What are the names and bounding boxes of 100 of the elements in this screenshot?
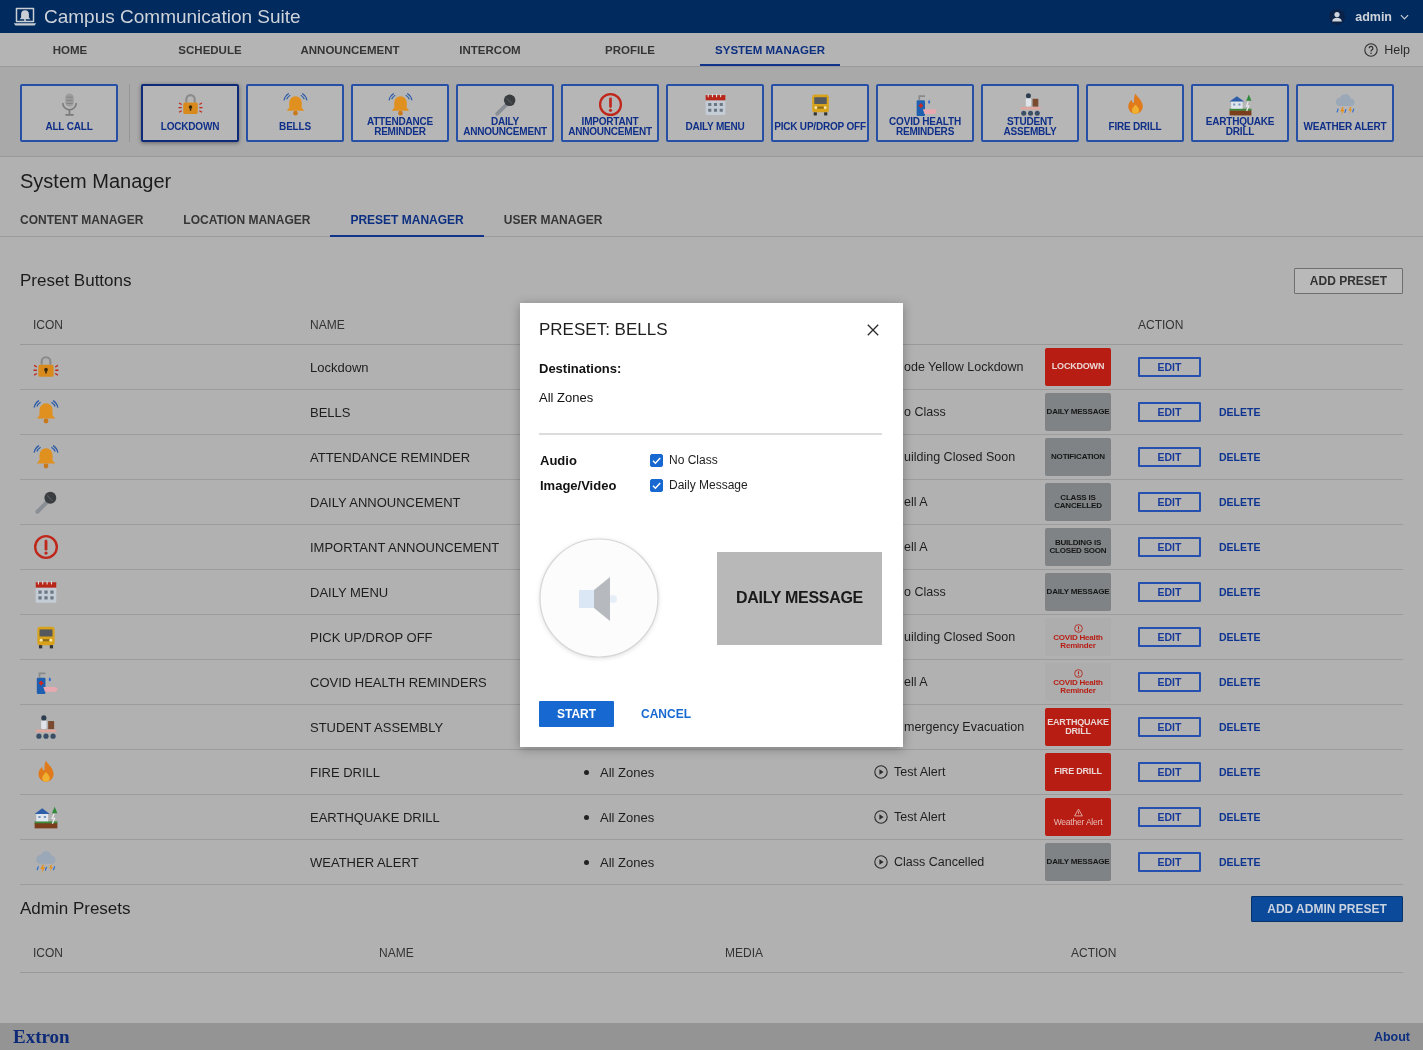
thumbnail-caption: Weather Alert [1053,817,1103,827]
section-tab[interactable]: PRESET MANAGER [330,201,484,237]
checkbox[interactable] [650,478,663,492]
column-header: ACTION [1137,317,1185,332]
destination-value: All Zones [539,389,594,407]
preset-button[interactable]: BELLS [246,84,344,142]
preset-name: STUDENT ASSEMBLY [310,719,444,735]
preset-name: COVID HEALTH REMINDERS [310,674,487,690]
preset-button[interactable]: PICK UP/DROP OFF [771,84,869,142]
section-tab[interactable]: USER MANAGER [483,201,623,237]
thumbnail-caption: NOTIFICATION [1051,452,1105,462]
delete-link[interactable]: DELETE [1219,721,1261,733]
preset-button[interactable]: LOCKDOWN [141,84,239,142]
dialog-title: PRESET: BELLS [539,320,668,340]
add-admin-preset-button[interactable]: ADD ADMIN PRESET [1251,896,1403,922]
edit-button[interactable]: EDIT [1138,627,1201,647]
destination-text: All Zones [600,854,655,870]
audio-name: Test Alert [894,810,946,824]
thumbnail-caption: COVID Health Reminder [1052,678,1104,696]
delete-link[interactable]: DELETE [1219,586,1261,598]
cancel-link[interactable]: CANCEL [641,707,691,721]
preset-button[interactable]: WEATHER ALERT [1296,84,1394,142]
edit-button[interactable]: EDIT [1138,492,1201,512]
delete-link[interactable]: DELETE [1219,631,1261,643]
thumbnail-caption: DAILY MESSAGE [1046,587,1110,597]
edit-button[interactable]: EDIT [1138,402,1201,422]
chevron-icon [1400,13,1409,20]
section-title: Admin Presets [20,899,131,919]
preset-button[interactable]: DAILY ANNOUNCEMENT [456,84,554,142]
delete-link[interactable]: DELETE [1219,856,1261,868]
preset-button[interactable]: EARTHQUAKE DRILL [1191,84,1289,142]
audio-name: ell A [904,675,928,689]
play-icon[interactable] [874,855,888,869]
delete-link[interactable]: DELETE [1219,496,1261,508]
audio-name: ell A [904,540,928,554]
edit-button[interactable]: EDIT [1138,852,1201,872]
delete-link[interactable]: DELETE [1219,676,1261,688]
message-preview: DAILY MESSAGE [717,551,882,645]
edit-button[interactable]: EDIT [1138,357,1201,377]
preset-button[interactable]: DAILY MENU [666,84,764,142]
nav-tab[interactable]: ANNOUNCEMENT [280,33,420,66]
section-tab[interactable]: CONTENT MANAGER [0,201,164,237]
media-item-name: Daily Message [669,478,748,492]
thumbnail-caption: COVID Health Reminder [1052,633,1104,651]
column-header: MEDIA [724,945,764,960]
delete-link[interactable]: DELETE [1219,811,1261,823]
bell-laptop-icon [13,6,37,27]
bullet-icon [584,814,589,820]
edit-button[interactable]: EDIT [1138,717,1201,737]
checkbox[interactable] [650,453,663,467]
exclamation-icon [1073,623,1083,633]
help-button[interactable]: Help [1364,33,1410,66]
preset-name: FIRE DRILL [310,764,381,780]
edit-button[interactable]: EDIT [1138,762,1201,782]
column-header: NAME [378,945,415,960]
destination-text: All Zones [600,764,655,780]
audio-name: o Class [904,405,946,419]
preset-name: DAILY MENU [310,584,389,600]
edit-button[interactable]: EDIT [1138,807,1201,827]
nav-tab[interactable]: HOME [0,33,140,66]
preset-name: DAILY ANNOUNCEMENT [310,494,461,510]
edit-button[interactable]: EDIT [1138,537,1201,557]
edit-button[interactable]: EDIT [1138,672,1201,692]
audience-icon [33,714,59,740]
play-icon[interactable] [874,810,888,824]
preset-button[interactable]: STUDENT ASSEMBLY [981,84,1079,142]
user-menu[interactable]: admin [1329,8,1409,25]
preset-name: PICK UP/DROP OFF [310,629,433,645]
thumbnail-caption: DAILY MESSAGE [1046,857,1110,867]
preset-button[interactable]: FIRE DRILL [1086,84,1184,142]
about-link[interactable]: About [1373,1029,1410,1044]
thumbnail-caption: FIRE DRILL [1054,767,1102,777]
close-button[interactable] [867,324,879,336]
nav-tab[interactable]: INTERCOM [420,33,560,66]
calendar-icon [33,579,59,605]
nav-tab[interactable]: PROFILE [560,33,700,66]
padlock-icon [177,92,203,117]
delete-link[interactable]: DELETE [1219,541,1261,553]
destination-text: All Zones [600,809,655,825]
preset-name: WEATHER ALERT [310,854,419,870]
bullet-icon [584,769,589,775]
edit-button[interactable]: EDIT [1138,582,1201,602]
preset-name: IMPORTANT ANNOUNCEMENT [310,539,500,555]
section-tab[interactable]: LOCATION MANAGER [163,201,331,237]
delete-link[interactable]: DELETE [1219,451,1261,463]
audio-name: ode Yellow Lockdown [904,360,1024,374]
nav-tab[interactable]: SCHEDULE [140,33,280,66]
play-icon[interactable] [874,765,888,779]
preset-button[interactable]: COVID HEALTH REMINDERS [876,84,974,142]
preset-button[interactable]: ATTENDANCE REMINDER [351,84,449,142]
thumbnail-caption: CLASS IS CANCELLED [1053,493,1103,511]
delete-link[interactable]: DELETE [1219,406,1261,418]
all-call-button[interactable]: ALL CALL [20,84,118,142]
edit-button[interactable]: EDIT [1138,447,1201,467]
delete-link[interactable]: DELETE [1219,766,1261,778]
start-button[interactable]: START [539,701,614,727]
preset-button[interactable]: IMPORTANT ANNOUNCEMENT [561,84,659,142]
add-preset-button[interactable]: ADD PRESET [1294,268,1403,294]
thumbnail-caption: LOCKDOWN [1051,362,1105,372]
audio-name: mergency Evacuation [904,720,1025,734]
